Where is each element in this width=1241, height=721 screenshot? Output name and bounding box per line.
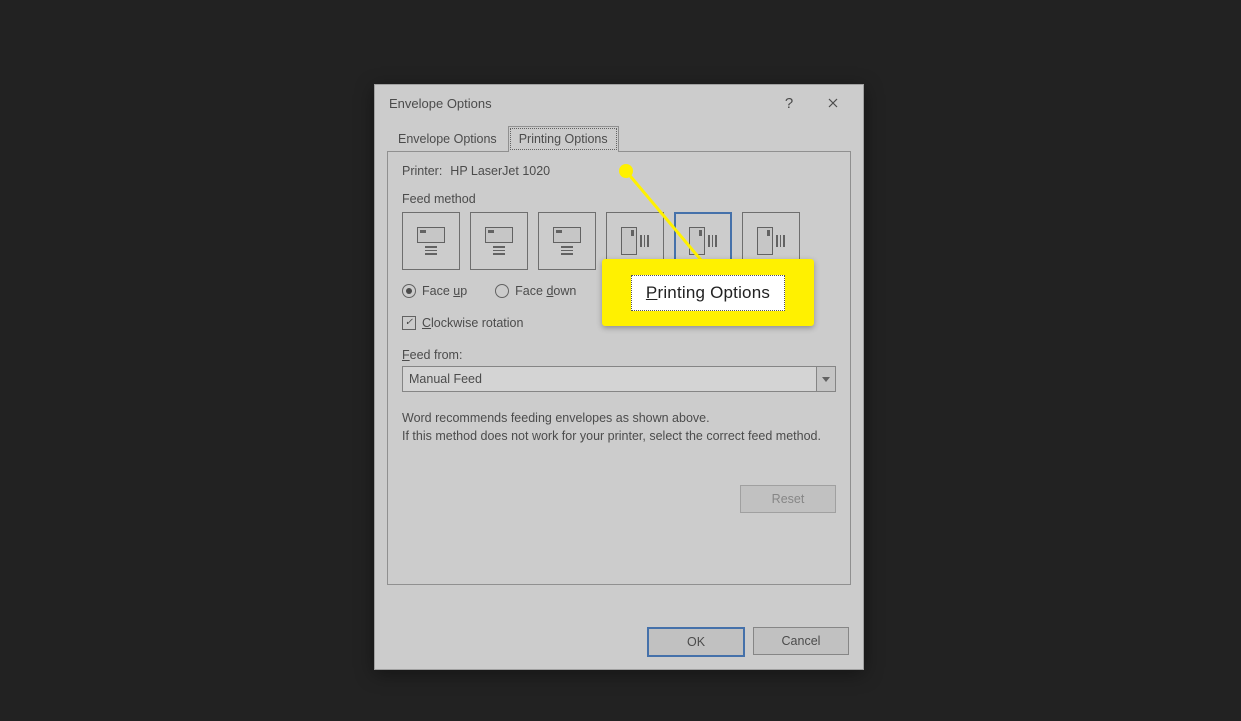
radio-label: Face up <box>422 284 467 298</box>
dropdown-value: Manual Feed <box>403 367 816 391</box>
checkbox-icon: ✓ <box>402 316 416 330</box>
checkbox-label: Clockwise rotation <box>422 316 523 330</box>
callout-anchor-dot <box>619 164 633 178</box>
chevron-down-icon <box>822 377 830 382</box>
envelope-feed-icon <box>757 227 785 255</box>
close-button[interactable] <box>811 88 855 118</box>
button-label: OK <box>687 635 705 649</box>
button-label: Cancel <box>782 634 821 648</box>
tab-strip: Envelope Options Printing Options <box>375 125 863 151</box>
feed-option-1[interactable] <box>402 212 460 270</box>
printing-options-panel: Printer: HP LaserJet 1020 Feed method <box>387 152 851 585</box>
radio-label: Face down <box>515 284 576 298</box>
dialog-title: Envelope Options <box>389 96 767 111</box>
button-label: Reset <box>772 492 805 506</box>
titlebar: Envelope Options ? <box>375 85 863 121</box>
feed-option-3[interactable] <box>538 212 596 270</box>
recommendation-text: Word recommends feeding envelopes as sho… <box>402 410 836 445</box>
radio-face-up[interactable]: Face up <box>402 284 467 298</box>
envelope-feed-icon <box>689 227 717 255</box>
close-icon <box>828 98 838 108</box>
printer-name: HP LaserJet 1020 <box>450 164 550 178</box>
feed-from-dropdown[interactable]: Manual Feed <box>402 366 836 392</box>
tab-label: Envelope Options <box>398 132 497 146</box>
envelope-feed-icon <box>485 227 513 255</box>
radio-icon <box>402 284 416 298</box>
help-icon: ? <box>785 95 793 112</box>
printer-label: Printer: <box>402 164 442 178</box>
feed-from-label: Feed from: <box>402 348 836 362</box>
feed-method-label: Feed method <box>402 192 836 206</box>
callout-text: Printing Options <box>631 275 785 311</box>
envelope-feed-icon <box>621 227 649 255</box>
ok-button[interactable]: OK <box>647 627 745 657</box>
radio-icon <box>495 284 509 298</box>
cancel-button[interactable]: Cancel <box>753 627 849 655</box>
callout-highlight: Printing Options <box>602 259 814 326</box>
reset-button[interactable]: Reset <box>740 485 836 513</box>
dialog-footer: OK Cancel <box>647 627 849 657</box>
dropdown-button[interactable] <box>816 367 835 391</box>
tab-label: Printing Options <box>519 132 608 146</box>
radio-face-down[interactable]: Face down <box>495 284 576 298</box>
tab-envelope-options[interactable]: Envelope Options <box>387 126 508 152</box>
envelope-feed-icon <box>417 227 445 255</box>
envelope-feed-icon <box>553 227 581 255</box>
help-button[interactable]: ? <box>767 88 811 118</box>
feed-option-2[interactable] <box>470 212 528 270</box>
tab-printing-options[interactable]: Printing Options <box>508 126 619 152</box>
